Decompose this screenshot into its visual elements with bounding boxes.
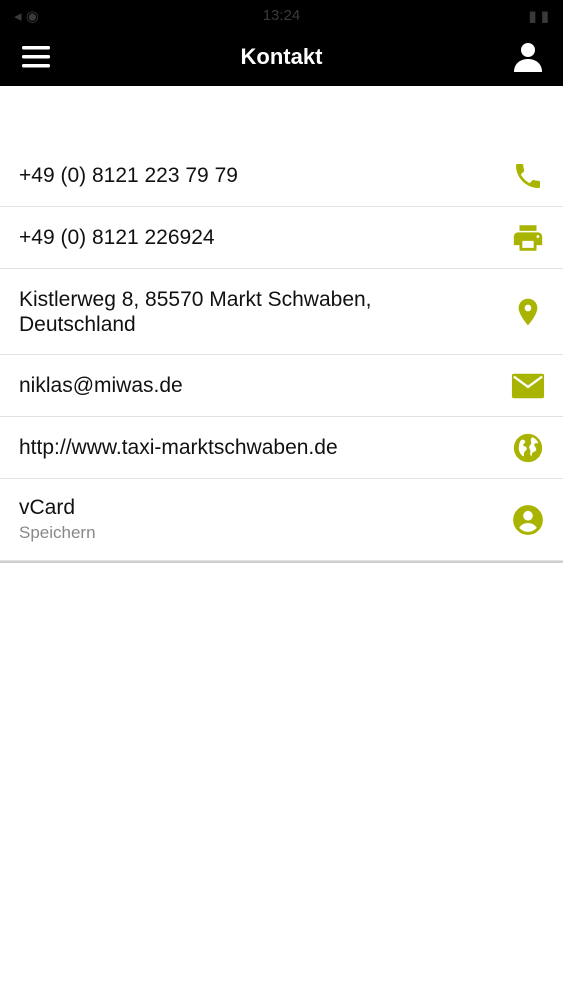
nav-bar: Kontakt (0, 30, 563, 86)
map-button[interactable] (511, 295, 545, 329)
address-line-1: Kistlerweg 8, 85570 Markt Schwaben, (19, 287, 372, 311)
printer-icon (513, 224, 543, 251)
envelope-icon (511, 373, 545, 398)
app: ◂ ◉ 13:24 ▮ ▮ Kontakt +49 (0) 8121 223 7… (0, 0, 563, 1000)
status-right: ▮ ▮ (528, 8, 549, 25)
website-url: http://www.taxi-marktschwaben.de (19, 436, 338, 459)
contact-row-address[interactable]: Kistlerweg 8, 85570 Markt Schwaben, Deut… (0, 269, 563, 355)
vcard-subtitle: Speichern (19, 523, 96, 542)
vcard-text: vCard Speichern (0, 495, 96, 544)
vcard-title: vCard (19, 496, 76, 519)
phone-number: +49 (0) 8121 223 79 79 (19, 164, 238, 187)
fax-number: +49 (0) 8121 226924 (19, 226, 215, 249)
address-line-2: Deutschland (19, 312, 136, 336)
phone-icon (516, 163, 540, 188)
person-icon (514, 43, 542, 72)
contact-row-phone[interactable]: +49 (0) 8121 223 79 79 (0, 145, 563, 207)
status-time: 13:24 (262, 7, 301, 24)
email-address: niklas@miwas.de (19, 374, 183, 397)
user-button[interactable] (511, 40, 545, 74)
page-title: Kontakt (240, 44, 323, 69)
website-button[interactable] (511, 431, 545, 465)
status-bar: ◂ ◉ 13:24 ▮ ▮ (0, 0, 563, 30)
address: Kistlerweg 8, 85570 Markt Schwaben, Deut… (0, 287, 372, 337)
contact-row-fax[interactable]: +49 (0) 8121 226924 (0, 207, 563, 269)
fax-button[interactable] (511, 221, 545, 255)
contact-list: +49 (0) 8121 223 79 79 +49 (0) 8121 2269… (0, 145, 563, 561)
phone-button[interactable] (511, 159, 545, 193)
contact-row-email[interactable]: niklas@miwas.de (0, 355, 563, 417)
contact-row-vcard[interactable]: vCard Speichern (0, 479, 563, 561)
contact-row-website[interactable]: http://www.taxi-marktschwaben.de (0, 417, 563, 479)
vcard-button[interactable] (511, 503, 545, 537)
email-button[interactable] (511, 369, 545, 403)
list-bottom-divider (0, 561, 563, 563)
globe-icon (513, 433, 543, 462)
account-circle-icon (513, 504, 543, 535)
map-pin-icon (518, 298, 538, 325)
